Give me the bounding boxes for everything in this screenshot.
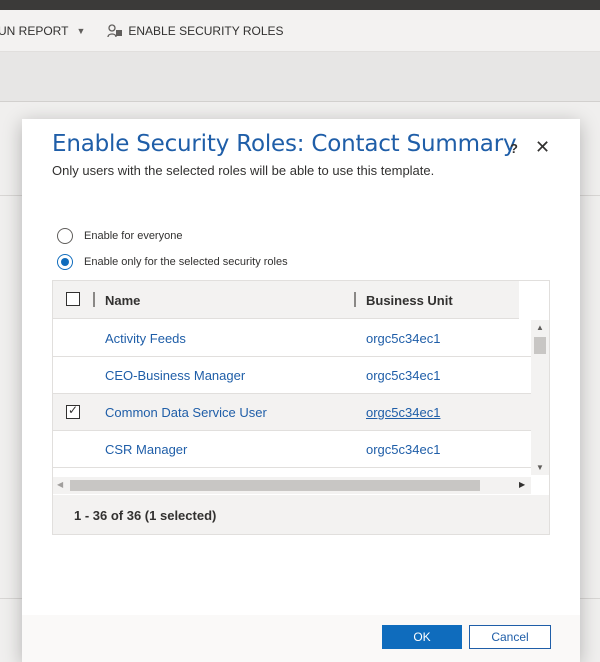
horizontal-scrollbar[interactable]: ◀ ▶	[53, 477, 531, 494]
grid-footer: 1 - 36 of 36 (1 selected)	[53, 495, 549, 534]
scroll-up-icon[interactable]: ▲	[536, 323, 544, 332]
radio-enable-everyone[interactable]: Enable for everyone	[57, 228, 182, 244]
column-header-business-unit[interactable]: Business Unit	[366, 293, 453, 308]
run-report-button[interactable]: UN REPORT ▼	[0, 10, 85, 52]
enable-security-roles-button[interactable]: ENABLE SECURITY ROLES	[107, 10, 284, 52]
vertical-scrollbar[interactable]: ▲ ▼	[531, 320, 549, 475]
business-unit-link[interactable]: orgc5c34ec1	[366, 368, 440, 383]
ok-button[interactable]: OK	[382, 625, 462, 649]
scrollbar-thumb[interactable]	[534, 337, 546, 354]
grid-header: Name Business Unit	[53, 281, 549, 319]
app-top-bar	[0, 0, 600, 10]
record-count: 1 - 36 of 36 (1 selected)	[74, 508, 217, 523]
close-icon[interactable]: ✕	[535, 137, 550, 158]
run-report-label: UN REPORT	[0, 23, 69, 38]
enable-security-roles-dialog: Enable Security Roles: Contact Summary ?…	[22, 119, 580, 662]
table-row-selected[interactable]: Common Data Service User orgc5c34ec1	[53, 394, 531, 431]
column-header-name[interactable]: Name	[105, 293, 140, 308]
role-name-link[interactable]: CSR Manager	[105, 442, 187, 457]
security-roles-grid: Name Business Unit Activity Feeds orgc5c…	[52, 280, 550, 535]
table-row[interactable]: Activity Feeds orgc5c34ec1	[53, 320, 531, 357]
enable-security-roles-label: ENABLE SECURITY ROLES	[128, 23, 284, 38]
role-name-link[interactable]: CEO-Business Manager	[105, 368, 245, 383]
business-unit-link[interactable]: orgc5c34ec1	[366, 442, 440, 457]
radio-label: Enable for everyone	[84, 230, 183, 242]
security-roles-icon	[107, 23, 123, 38]
radio-label: Enable only for the selected security ro…	[84, 256, 288, 268]
dialog-title: Enable Security Roles: Contact Summary	[52, 131, 517, 157]
business-unit-link[interactable]: orgc5c34ec1	[366, 331, 440, 346]
scroll-left-icon[interactable]: ◀	[57, 480, 63, 489]
radio-button-selected[interactable]	[57, 254, 73, 270]
column-divider[interactable]	[93, 292, 95, 307]
radio-button[interactable]	[57, 228, 73, 244]
help-icon[interactable]: ?	[510, 141, 518, 156]
business-unit-link[interactable]: orgc5c34ec1	[366, 405, 440, 420]
radio-enable-selected-roles[interactable]: Enable only for the selected security ro…	[57, 254, 288, 270]
cancel-button[interactable]: Cancel	[469, 625, 551, 649]
role-name-link[interactable]: Activity Feeds	[105, 331, 186, 346]
column-divider[interactable]	[354, 292, 356, 307]
command-bar: UN REPORT ▼ ENABLE SECURITY ROLES	[0, 10, 600, 52]
select-all-checkbox[interactable]	[66, 292, 80, 306]
form-header-band	[0, 52, 600, 102]
grid-rows: Activity Feeds orgc5c34ec1 CEO-Business …	[53, 320, 531, 468]
dialog-subtitle: Only users with the selected roles will …	[52, 163, 435, 178]
role-name-link[interactable]: Common Data Service User	[105, 405, 267, 420]
scroll-right-icon[interactable]: ▶	[519, 480, 525, 489]
table-row[interactable]: CSR Manager orgc5c34ec1	[53, 431, 531, 468]
header-spacer	[519, 281, 549, 319]
scroll-down-icon[interactable]: ▼	[536, 463, 544, 472]
scrollbar-thumb[interactable]	[70, 480, 480, 491]
row-checkbox-checked[interactable]	[66, 403, 80, 419]
table-row[interactable]: CEO-Business Manager orgc5c34ec1	[53, 357, 531, 394]
chevron-down-icon: ▼	[76, 25, 86, 36]
